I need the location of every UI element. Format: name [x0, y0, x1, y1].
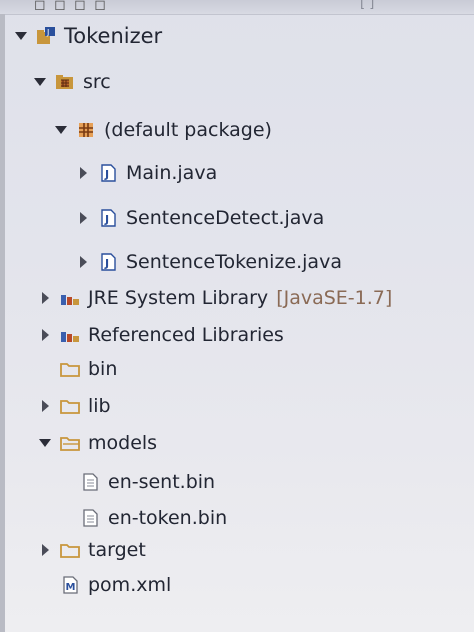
tree-item-sentencetokenize-java[interactable]: J SentenceTokenize.java: [76, 246, 342, 278]
svg-text:J: J: [104, 257, 109, 270]
tree-label: (default package): [104, 119, 272, 141]
tree-label: bin: [88, 358, 118, 380]
tree-item-lib[interactable]: lib: [38, 390, 111, 422]
package-explorer-tree: J Tokenizer src (default package) J Main…: [0, 0, 474, 632]
tree-item-en-token-bin[interactable]: en-token.bin: [58, 502, 227, 534]
tree-item-en-sent-bin[interactable]: en-sent.bin: [58, 466, 215, 498]
tree-item-src[interactable]: src: [33, 66, 111, 98]
tree-item-default-package[interactable]: (default package): [54, 114, 272, 146]
java-file-icon: J: [98, 252, 118, 272]
tree-label: en-token.bin: [108, 507, 228, 529]
tree-label: pom.xml: [88, 574, 172, 596]
folder-icon: [60, 359, 80, 379]
tree-item-project[interactable]: J Tokenizer: [14, 20, 162, 52]
tree-item-target[interactable]: target: [38, 534, 146, 566]
svg-text:J: J: [104, 168, 109, 181]
tree-label: JRE System Library: [88, 287, 269, 309]
tree-label: SentenceDetect.java: [126, 207, 325, 229]
jre-version-decoration: [JavaSE-1.7]: [276, 287, 393, 309]
java-file-icon: J: [98, 208, 118, 228]
expand-arrow-icon[interactable]: [14, 29, 28, 43]
tree-item-bin[interactable]: bin: [38, 353, 117, 385]
tree-label: target: [88, 539, 146, 561]
collapse-arrow-icon[interactable]: [76, 255, 90, 269]
folder-icon: [60, 540, 80, 560]
maven-pom-icon: M: [60, 575, 80, 595]
collapse-arrow-icon[interactable]: [76, 166, 90, 180]
collapse-arrow-icon[interactable]: [38, 543, 52, 557]
expand-arrow-icon[interactable]: [54, 123, 68, 137]
svg-text:J: J: [46, 28, 49, 37]
source-folder-icon: [55, 72, 75, 92]
collapse-arrow-icon[interactable]: [76, 211, 90, 225]
tree-label: Referenced Libraries: [88, 324, 284, 346]
tree-item-sentencedetect-java[interactable]: J SentenceDetect.java: [76, 202, 324, 234]
library-icon: [60, 325, 80, 345]
tree-label: en-sent.bin: [108, 471, 216, 493]
tree-label: Main.java: [126, 162, 218, 184]
folder-icon: [60, 396, 80, 416]
library-icon: [60, 288, 80, 308]
tree-item-main-java[interactable]: J Main.java: [76, 157, 217, 189]
svg-text:J: J: [104, 213, 109, 226]
package-icon: [76, 120, 96, 140]
tree-item-jre-library[interactable]: JRE System Library [JavaSE-1.7]: [38, 282, 392, 314]
tree-item-referenced-libraries[interactable]: Referenced Libraries: [38, 319, 284, 351]
collapse-arrow-icon[interactable]: [38, 399, 52, 413]
expand-arrow-icon[interactable]: [38, 436, 52, 450]
collapse-arrow-icon[interactable]: [38, 328, 52, 342]
folder-open-icon: [60, 433, 80, 453]
tree-label: Tokenizer: [64, 24, 163, 48]
svg-text:M: M: [66, 582, 76, 593]
tree-item-pom-xml[interactable]: M pom.xml: [38, 569, 171, 601]
file-icon: [80, 472, 100, 492]
file-icon: [80, 508, 100, 528]
tree-label: src: [83, 71, 111, 93]
java-project-icon: J: [36, 26, 56, 46]
java-file-icon: J: [98, 163, 118, 183]
tree-label: SentenceTokenize.java: [126, 251, 342, 273]
expand-arrow-icon[interactable]: [33, 75, 47, 89]
tree-label: models: [88, 432, 158, 454]
collapse-arrow-icon[interactable]: [38, 291, 52, 305]
tree-item-models[interactable]: models: [38, 427, 157, 459]
tree-label: lib: [88, 395, 111, 417]
